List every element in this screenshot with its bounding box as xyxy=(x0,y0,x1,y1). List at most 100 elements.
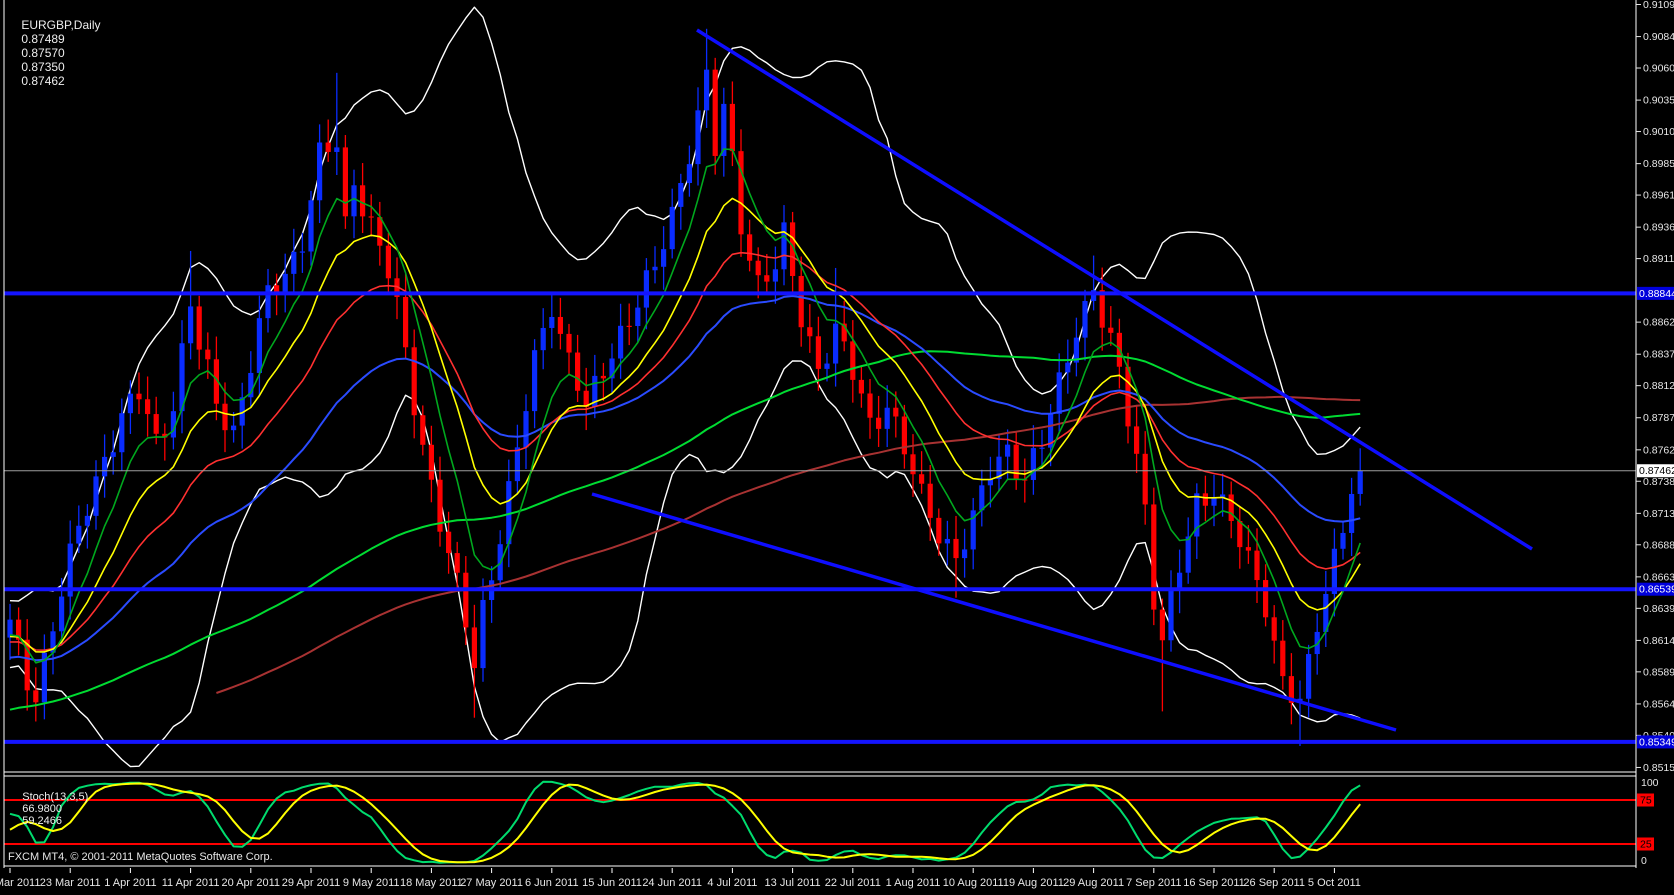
bull-candle xyxy=(678,183,683,207)
bear-candle xyxy=(463,573,468,628)
bull-candle xyxy=(773,269,778,281)
bear-candle xyxy=(558,317,563,334)
price-tick-label: 0.89855 xyxy=(1643,158,1674,170)
date-label: 26 Sep 2011 xyxy=(1243,877,1305,889)
stoch-name: Stoch(13,3,5) xyxy=(22,791,88,803)
bull-candle xyxy=(824,364,829,369)
bear-candle xyxy=(472,627,477,668)
bull-candle xyxy=(188,306,193,343)
bear-candle xyxy=(403,297,408,347)
descending-trendline[interactable] xyxy=(592,494,1396,730)
quote-low: 0.87350 xyxy=(21,60,64,74)
bear-candle xyxy=(627,326,632,327)
bull-candle xyxy=(128,394,133,414)
stochastic-indicator-label: Stoch(13,3,5) 66.9800 59.2466 xyxy=(10,779,93,839)
bull-candle xyxy=(1039,448,1044,449)
bull-candle xyxy=(1082,301,1087,338)
bear-candle xyxy=(1263,580,1268,617)
bear-candle xyxy=(730,104,735,151)
symbol-period-label: EURGBP,Daily xyxy=(21,18,100,32)
bull-candle xyxy=(59,597,64,632)
date-label: 11 Apr 2011 xyxy=(162,877,220,889)
bear-candle xyxy=(807,327,812,336)
bollinger-lower-band xyxy=(10,361,1360,767)
bear-candle xyxy=(1143,454,1148,505)
price-marker-label: 0.88844 xyxy=(1639,288,1674,300)
bull-candle xyxy=(1065,363,1070,373)
price-tick-label: 0.88125 xyxy=(1643,380,1674,392)
time-axis[interactable]: 14 Mar 201123 Mar 20111 Apr 201111 Apr 2… xyxy=(0,868,1361,889)
price-tick-label: 0.85150 xyxy=(1643,762,1674,774)
date-label: 29 Aug 2011 xyxy=(1063,877,1124,889)
price-tick-label: 0.87875 xyxy=(1643,412,1674,424)
bull-candle xyxy=(300,251,305,252)
bull-candle xyxy=(541,328,546,350)
price-tick-label: 0.91095 xyxy=(1643,0,1674,11)
ema-yellow-line xyxy=(10,198,1360,652)
main-chart-svg[interactable]: 0.910950.908450.906000.903500.901050.898… xyxy=(0,0,1674,895)
price-tick-label: 0.88370 xyxy=(1643,349,1674,361)
bear-candle xyxy=(412,347,417,415)
date-label: 18 May 2011 xyxy=(400,877,463,889)
chart-window: 0.910950.908450.906000.903500.901050.898… xyxy=(0,0,1674,895)
price-tick-label: 0.86885 xyxy=(1643,539,1674,551)
bear-candle xyxy=(136,394,141,400)
price-tick-label: 0.89115 xyxy=(1643,253,1674,265)
bull-candle xyxy=(532,350,537,411)
bull-candle xyxy=(721,104,726,156)
quote-open: 0.87489 xyxy=(21,32,64,46)
stoch-level-label: 25 xyxy=(1640,839,1652,851)
bear-candle xyxy=(850,341,855,379)
date-label: 6 Jun 2011 xyxy=(525,877,579,889)
price-tick-label: 0.85645 xyxy=(1643,698,1674,710)
price-tick-label: 0.90105 xyxy=(1643,126,1674,138)
date-label: 29 Apr 2011 xyxy=(282,877,341,889)
bear-candle xyxy=(902,417,907,455)
bear-candle xyxy=(928,484,933,518)
bull-candle xyxy=(833,324,838,364)
date-label: 19 Aug 2011 xyxy=(1003,877,1064,889)
bear-candle xyxy=(1280,641,1285,676)
bull-candle xyxy=(85,516,90,526)
bear-candle xyxy=(738,151,743,234)
bear-candle xyxy=(377,217,382,246)
bull-candle xyxy=(704,70,709,111)
price-tick-label: 0.90845 xyxy=(1643,31,1674,43)
bear-candle xyxy=(566,334,571,353)
bull-candle xyxy=(695,110,700,164)
bear-candle xyxy=(420,415,425,445)
date-label: 20 Apr 2011 xyxy=(222,877,281,889)
stoch-main-value: 66.9800 xyxy=(22,803,62,815)
bear-candle xyxy=(601,376,606,378)
bear-candle xyxy=(1151,504,1156,609)
price-marker-label: 0.85349 xyxy=(1639,736,1674,748)
bear-candle xyxy=(455,553,460,573)
bull-candle xyxy=(945,539,950,543)
price-tick-label: 0.86140 xyxy=(1643,635,1674,647)
date-label: 1 Aug 2011 xyxy=(886,877,941,889)
bear-candle xyxy=(1229,494,1234,521)
bull-candle xyxy=(618,326,623,359)
bear-candle xyxy=(222,404,227,430)
price-tick-label: 0.88620 xyxy=(1643,317,1674,329)
date-label: 14 Mar 2011 xyxy=(0,877,40,889)
bull-candle xyxy=(885,408,890,429)
price-tick-label: 0.90350 xyxy=(1643,95,1674,107)
bear-candle xyxy=(1100,290,1105,327)
bull-candle xyxy=(644,270,649,307)
bollinger-upper-band xyxy=(10,7,1360,601)
bear-candle xyxy=(919,474,924,483)
bear-candle xyxy=(867,393,872,417)
bull-candle xyxy=(1057,372,1062,413)
price-tick-label: 0.87130 xyxy=(1643,508,1674,520)
price-axis[interactable]: 0.910950.908450.906000.903500.901050.898… xyxy=(1636,0,1674,774)
bear-candle xyxy=(386,246,391,279)
price-tick-label: 0.89360 xyxy=(1643,222,1674,234)
stoch-level-label: 75 xyxy=(1640,795,1652,807)
bull-candle xyxy=(102,457,107,477)
bull-candle xyxy=(635,308,640,326)
bear-candle xyxy=(953,539,958,558)
price-tick-label: 0.86635 xyxy=(1643,571,1674,583)
price-tick-label: 0.86390 xyxy=(1643,603,1674,615)
bull-candle xyxy=(523,411,528,447)
